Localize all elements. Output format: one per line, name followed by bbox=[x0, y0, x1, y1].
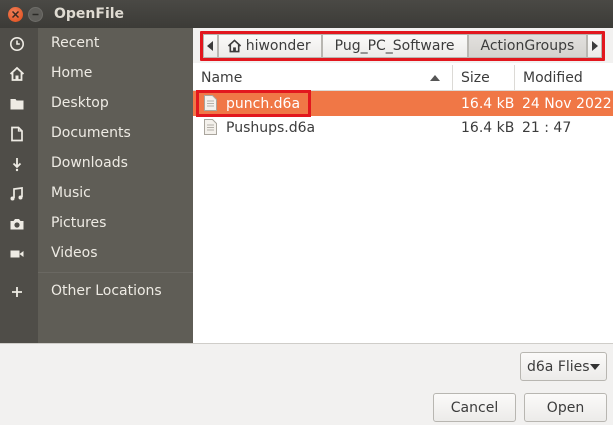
close-icon bbox=[11, 10, 20, 18]
file-modified: 21 : 47 bbox=[522, 119, 572, 136]
sidebar-item-pictures[interactable]: Pictures bbox=[0, 209, 193, 237]
column-headers: Name Size Modified bbox=[193, 64, 613, 91]
close-window-button[interactable] bbox=[8, 6, 23, 22]
file-browser: hiwonder Pug_PC_Software ActionGroups Na… bbox=[193, 28, 613, 343]
camera-icon bbox=[10, 219, 24, 230]
document-icon bbox=[11, 126, 23, 142]
sidebar-item-label: Documents bbox=[51, 125, 131, 141]
path-segment-actiongroups[interactable]: ActionGroups bbox=[467, 34, 588, 58]
file-row[interactable]: Pushups.d6a 16.4 kB 21 : 47 bbox=[193, 115, 613, 140]
path-scroll-right-button[interactable] bbox=[587, 34, 602, 58]
file-size: 16.4 kB bbox=[461, 95, 515, 112]
sidebar-item-downloads[interactable]: Downloads bbox=[0, 149, 193, 177]
path-segment-pug-pc-software[interactable]: Pug_PC_Software bbox=[321, 34, 468, 58]
clock-icon bbox=[10, 37, 24, 51]
sidebar-item-label: Pictures bbox=[51, 215, 107, 231]
file-type-filter-value: d6a Flies bbox=[527, 358, 590, 375]
path-bar: hiwonder Pug_PC_Software ActionGroups bbox=[193, 28, 613, 63]
sidebar-item-recent[interactable]: Recent bbox=[0, 29, 193, 57]
text-file-icon bbox=[204, 119, 217, 135]
folder-icon bbox=[10, 99, 24, 110]
plus-icon bbox=[12, 287, 22, 297]
path-bar-highlight: hiwonder Pug_PC_Software ActionGroups bbox=[200, 31, 605, 61]
sidebar-item-home[interactable]: Home bbox=[0, 59, 193, 87]
chevron-down-icon bbox=[590, 364, 600, 370]
file-size: 16.4 kB bbox=[461, 119, 515, 136]
file-type-filter-dropdown[interactable]: d6a Flies bbox=[520, 352, 607, 381]
sidebar-item-label: Desktop bbox=[51, 95, 109, 111]
sidebar-item-label: Other Locations bbox=[51, 283, 162, 299]
path-home-button[interactable]: hiwonder bbox=[217, 34, 322, 58]
open-button[interactable]: Open bbox=[524, 393, 607, 422]
column-header-modified[interactable]: Modified bbox=[515, 65, 613, 91]
sidebar-item-label: Downloads bbox=[51, 155, 128, 171]
sidebar-item-videos[interactable]: Videos bbox=[0, 239, 193, 267]
path-home-label: hiwonder bbox=[245, 38, 311, 54]
sidebar-item-label: Recent bbox=[51, 35, 100, 51]
title-bar: OpenFile bbox=[0, 0, 613, 28]
sidebar-divider bbox=[38, 272, 193, 273]
music-icon bbox=[10, 187, 23, 201]
window-title: OpenFile bbox=[54, 6, 125, 22]
sort-ascending-icon bbox=[430, 74, 440, 81]
column-header-size[interactable]: Size bbox=[453, 64, 515, 91]
sidebar-item-label: Home bbox=[51, 65, 93, 81]
minimize-icon bbox=[32, 13, 39, 15]
file-modified: 24 Nov 2022 bbox=[522, 95, 612, 112]
sidebar-item-music[interactable]: Music bbox=[0, 179, 193, 207]
column-header-modified-label: Modified bbox=[523, 69, 583, 86]
file-name: Pushups.d6a bbox=[226, 119, 316, 136]
sidebar-item-documents[interactable]: Documents bbox=[0, 119, 193, 147]
path-scroll-left-button[interactable] bbox=[203, 34, 218, 58]
sidebar-item-desktop[interactable]: Desktop bbox=[0, 89, 193, 117]
sidebar-item-label: Music bbox=[51, 185, 91, 201]
dialog-footer: d6a Flies Cancel Open bbox=[0, 343, 613, 425]
selection-highlight-frame bbox=[196, 90, 311, 117]
sidebar-item-label: Videos bbox=[51, 245, 98, 261]
column-header-name-label: Name bbox=[201, 69, 243, 86]
home-icon bbox=[9, 66, 25, 81]
places-sidebar: Recent Home Desktop Documents Downloads bbox=[0, 28, 193, 343]
video-icon bbox=[10, 250, 24, 258]
home-icon bbox=[227, 39, 241, 53]
minimize-window-button[interactable] bbox=[28, 6, 43, 22]
chevron-left-icon bbox=[206, 41, 213, 51]
download-icon bbox=[12, 158, 22, 172]
cancel-button[interactable]: Cancel bbox=[433, 393, 516, 422]
column-header-size-label: Size bbox=[461, 69, 490, 86]
chevron-right-icon bbox=[592, 41, 599, 51]
column-header-name[interactable]: Name bbox=[193, 64, 453, 91]
sidebar-item-other-locations[interactable]: Other Locations bbox=[0, 277, 193, 305]
